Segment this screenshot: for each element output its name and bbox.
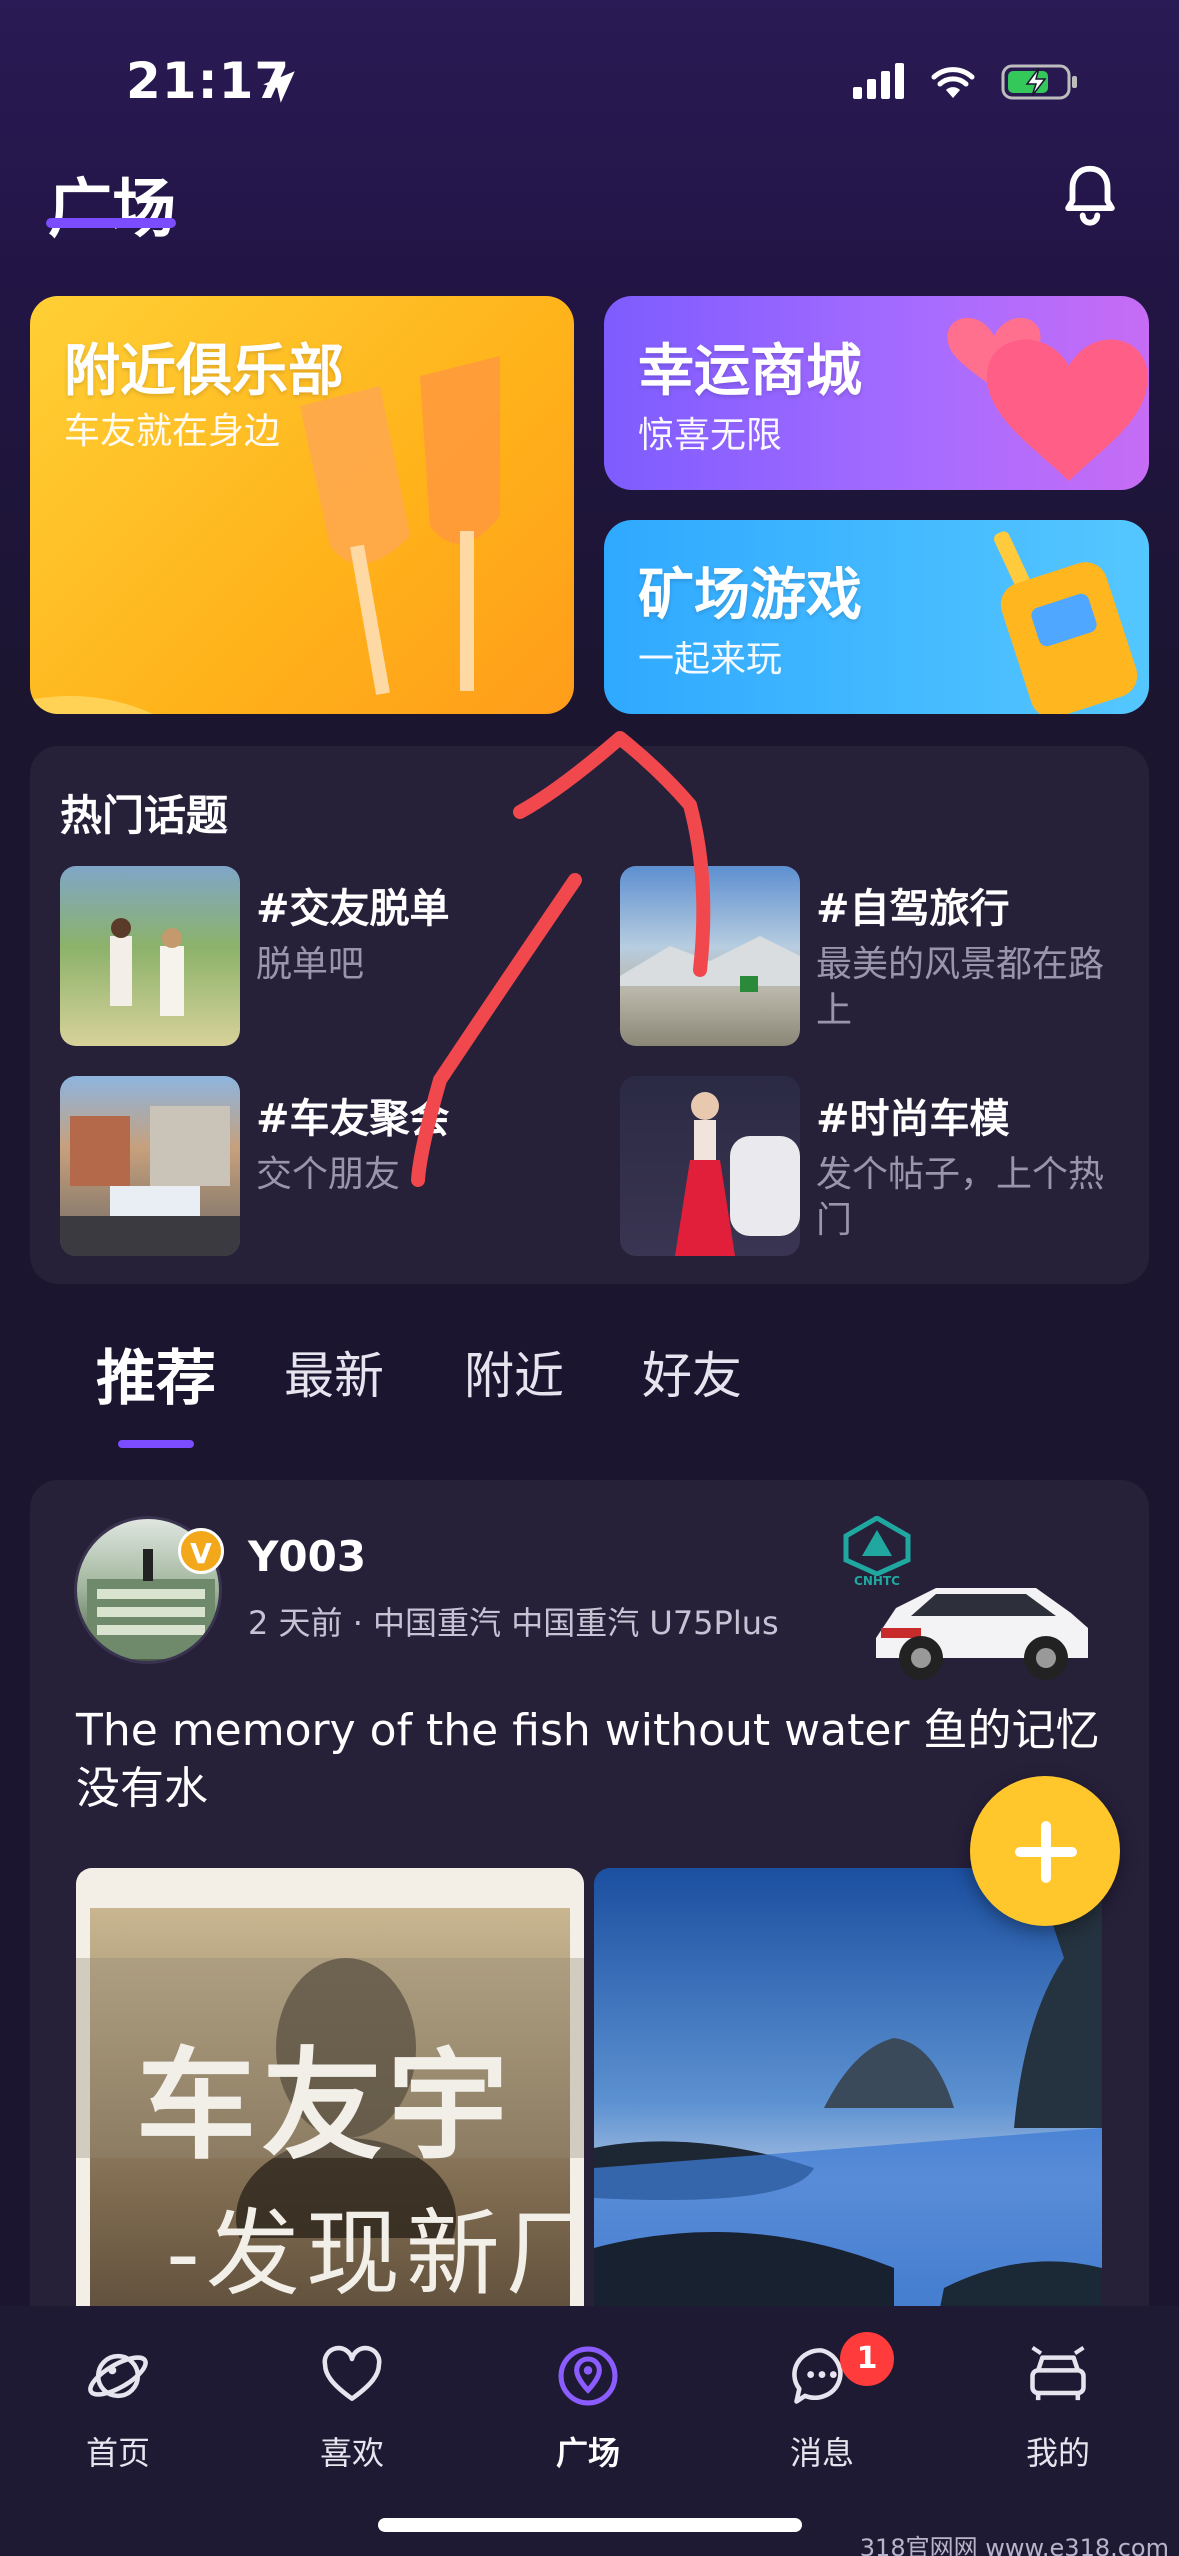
battery-charging-icon — [1001, 64, 1077, 100]
nav-home-label: 首页 — [85, 2434, 150, 2472]
post-card[interactable]: V Y003 2 天前 · 中国重汽 中国重汽 U75Plus CNHTC Th… — [30, 1480, 1149, 2380]
notification-bell-icon[interactable] — [1055, 160, 1125, 230]
hot-topics-section: 热门话题 #交友脱单 脱单吧 #自驾旅行 最美的风景都在路上 #车友聚会 交个朋… — [30, 746, 1149, 1284]
topic-thumbnail — [60, 1076, 240, 1256]
planet-icon — [88, 2353, 148, 2399]
home-indicator — [378, 2518, 802, 2532]
nav-messages[interactable]: 1 消息 — [732, 2332, 912, 2472]
topic-item[interactable]: #车友聚会 交个朋友 — [60, 1076, 580, 1256]
post-meta: 2 天前 · 中国重汽 中国重汽 U75Plus — [248, 1604, 779, 1642]
tab-recommended[interactable]: 推荐 — [96, 1330, 216, 1417]
heart-icon — [322, 2345, 382, 2401]
create-post-button[interactable] — [970, 1776, 1120, 1926]
car-icon — [1030, 2346, 1086, 2401]
location-arrow-icon — [263, 71, 295, 103]
nav-home[interactable]: 首页 — [28, 2332, 208, 2472]
topic-description: 发个帖子，上个热门 — [816, 1154, 1105, 1241]
topic-item[interactable]: #自驾旅行 最美的风景都在路上 — [620, 866, 1140, 1046]
plus-icon — [1015, 1821, 1077, 1883]
mine-game-title: 矿场游戏 — [638, 563, 862, 628]
wifi-icon — [931, 67, 975, 98]
nav-plaza[interactable]: 广场 — [498, 2332, 678, 2472]
mine-game-subtitle: 一起来玩 — [638, 639, 783, 680]
topic-name: #车友聚会 — [256, 1096, 450, 1142]
title-underline — [46, 218, 176, 228]
walkie-talkie-illustration — [994, 531, 1138, 714]
topic-item[interactable]: #交友脱单 脱单吧 — [60, 866, 580, 1046]
verified-badge: V — [178, 1528, 224, 1574]
topic-description: 脱单吧 — [256, 944, 365, 985]
lucky-mall-card[interactable]: 幸运商城 惊喜无限 — [604, 296, 1149, 490]
nearby-club-subtitle: 车友就在身边 — [64, 411, 281, 452]
cellular-signal-icon — [853, 63, 904, 99]
post-image-overlay-subtitle: -发现新厂 — [166, 2200, 584, 2309]
nearby-club-card[interactable]: 附近俱乐部 车友就在身边 — [30, 296, 574, 714]
post-image-overlay-title: 车友宇 — [136, 2037, 514, 2176]
topic-description: 交个朋友 — [256, 1154, 401, 1195]
hot-topics-title: 热门话题 — [60, 791, 229, 840]
tab-nearby[interactable]: 附近 — [464, 1336, 564, 1408]
topic-thumbnail — [60, 866, 240, 1046]
mine-game-card[interactable]: 矿场游戏 一起来玩 — [604, 520, 1149, 714]
lucky-mall-subtitle: 惊喜无限 — [638, 415, 783, 456]
nav-mine-label: 我的 — [1025, 2434, 1090, 2472]
post-image[interactable] — [594, 1868, 1102, 2380]
active-tab-indicator — [118, 1440, 194, 1448]
post-image[interactable]: 车友宇 -发现新厂 — [76, 1868, 584, 2380]
nav-likes[interactable]: 喜欢 — [262, 2332, 442, 2472]
nav-plaza-label: 广场 — [555, 2434, 620, 2472]
tab-latest[interactable]: 最新 — [284, 1336, 384, 1408]
location-icon — [558, 2346, 618, 2406]
watermark: 318官网网 www.e318.com — [859, 2534, 1169, 2556]
nearby-club-title: 附近俱乐部 — [64, 339, 344, 404]
topic-item[interactable]: #时尚车模 发个帖子，上个热门 — [620, 1076, 1140, 1256]
topic-name: #时尚车模 — [816, 1096, 1010, 1142]
page-title: 广场 — [48, 173, 176, 247]
lucky-mall-title: 幸运商城 — [638, 339, 862, 404]
heart-illustration — [947, 317, 1148, 481]
post-username[interactable]: Y003 — [248, 1532, 366, 1581]
car-image — [876, 1588, 1088, 1680]
unread-badge: 1 — [840, 2332, 894, 2386]
topic-name: #交友脱单 — [256, 886, 450, 932]
topic-thumbnail — [620, 1076, 800, 1256]
status-icons — [853, 62, 1079, 102]
topic-description: 最美的风景都在路上 — [816, 944, 1105, 1031]
nav-mine[interactable]: 我的 — [968, 2332, 1148, 2472]
topic-thumbnail — [620, 866, 800, 1046]
tab-friends[interactable]: 好友 — [642, 1336, 742, 1408]
nav-likes-label: 喜欢 — [319, 2434, 384, 2472]
topic-name: #自驾旅行 — [816, 886, 1010, 932]
nav-messages-label: 消息 — [789, 2434, 854, 2472]
